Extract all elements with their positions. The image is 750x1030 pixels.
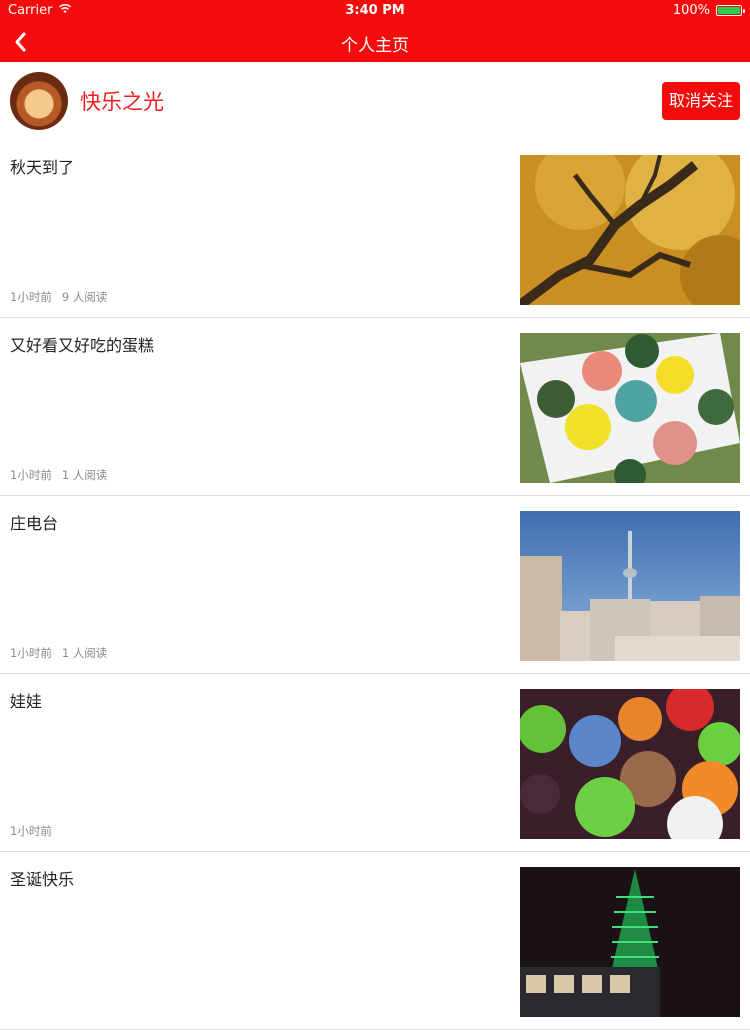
item-title: 秋天到了 — [10, 158, 75, 177]
page-title: 个人主页 — [341, 36, 409, 56]
item-meta — [10, 1001, 20, 1015]
article-list: 秋天到了 1小时前 9 人阅读 又好看又好吃的蛋糕 1小时前 1 人阅读 庄电台… — [0, 140, 750, 1030]
item-title: 圣诞快乐 — [10, 870, 75, 889]
item-title: 又好看又好吃的蛋糕 — [10, 336, 155, 355]
item-title: 庄电台 — [10, 514, 59, 533]
list-item[interactable]: 又好看又好吃的蛋糕 1小时前 1 人阅读 — [0, 318, 750, 496]
status-time: 3:40 PM — [345, 3, 405, 18]
item-reads: 1 人阅读 — [61, 646, 108, 660]
item-time: 1小时前 — [10, 824, 52, 838]
battery-icon — [716, 5, 745, 16]
list-item[interactable]: 娃娃 1小时前 — [0, 674, 750, 852]
item-meta: 1小时前 1 人阅读 — [10, 645, 107, 661]
profile-header: 快乐之光 取消关注 — [0, 62, 750, 140]
item-time: 1小时前 — [10, 290, 52, 304]
item-title: 娃娃 — [10, 692, 43, 711]
cupcakes-photo[interactable] — [520, 333, 740, 483]
unfollow-button[interactable]: 取消关注 — [662, 82, 740, 120]
list-item[interactable]: 秋天到了 1小时前 9 人阅读 — [0, 140, 750, 318]
username[interactable]: 快乐之光 — [80, 86, 164, 116]
item-reads: 1 人阅读 — [61, 468, 108, 482]
item-meta: 1小时前 — [10, 823, 62, 839]
christmas-tower-night-photo[interactable] — [520, 867, 740, 1017]
tv-tower-city-photo[interactable] — [520, 511, 740, 661]
battery-percent: 100% — [672, 3, 710, 18]
battery-status: 100% — [672, 3, 745, 18]
nav-bar: 个人主页 — [0, 22, 750, 62]
item-time: 1小时前 — [10, 468, 52, 482]
item-reads: 9 人阅读 — [61, 290, 108, 304]
list-item[interactable]: 圣诞快乐 — [0, 852, 750, 1030]
list-item[interactable]: 庄电台 1小时前 1 人阅读 — [0, 496, 750, 674]
status-bar: Carrier 3:40 PM 100% — [0, 0, 750, 22]
avatar[interactable] — [10, 72, 68, 130]
item-meta: 1小时前 1 人阅读 — [10, 467, 107, 483]
item-meta: 1小时前 9 人阅读 — [10, 289, 107, 305]
autumn-tree-photo[interactable] — [520, 155, 740, 305]
top-bar: Carrier 3:40 PM 100% 个人主页 — [0, 0, 750, 62]
plush-toys-photo[interactable] — [520, 689, 740, 839]
item-time: 1小时前 — [10, 646, 52, 660]
